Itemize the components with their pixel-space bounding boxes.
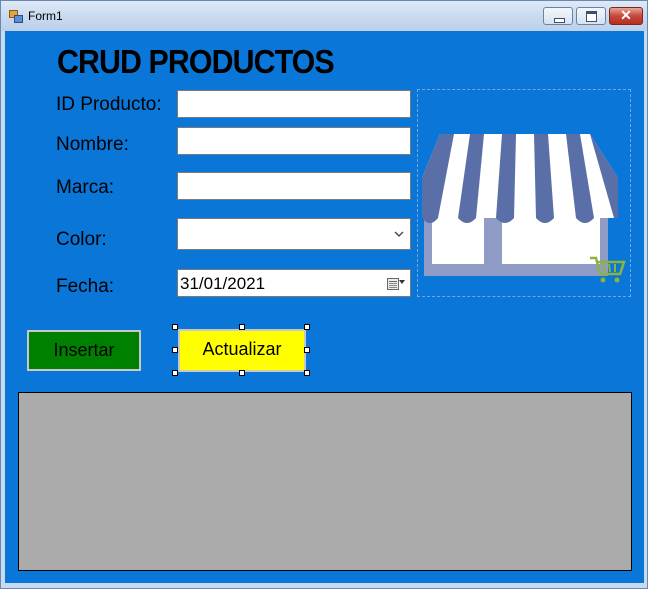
insertar-button-label: Insertar [53,340,115,360]
page-title: CRUD PRODUCTOS [57,43,335,80]
minimize-button[interactable] [543,7,573,25]
marca-label: Marca: [56,177,115,198]
marca-field[interactable] [177,172,411,200]
selection-handle[interactable] [239,324,245,330]
products-data-grid[interactable] [18,392,632,571]
insertar-button[interactable]: Insertar [27,330,141,371]
selection-handle[interactable] [304,324,310,330]
id-producto-field[interactable] [177,90,411,118]
actualizar-button[interactable]: Actualizar [178,329,306,372]
title-bar[interactable]: Form1 ✕ [1,1,647,31]
marca-input[interactable] [178,173,410,199]
id-producto-input[interactable] [178,91,410,117]
window-title: Form1 [28,9,63,23]
app-icon [9,10,23,23]
selection-handle[interactable] [172,347,178,353]
color-label: Color: [56,229,107,250]
nombre-label: Nombre: [56,134,129,155]
form-client-area: CRUD PRODUCTOS ID Producto: Nombre: Marc… [5,31,644,583]
selection-handle[interactable] [172,370,178,376]
fecha-label: Fecha: [56,276,115,297]
selection-handle[interactable] [239,370,245,376]
close-icon: ✕ [620,7,632,23]
maximize-button[interactable] [576,7,606,25]
id-producto-label: ID Producto: [56,94,162,115]
calendar-dropdown-icon[interactable] [387,277,405,290]
chevron-down-icon[interactable] [394,229,404,239]
shopping-cart-icon [590,256,626,283]
close-button[interactable]: ✕ [609,7,643,25]
fecha-value: 31/01/2021 [180,274,266,293]
nombre-field[interactable] [177,127,411,155]
main-window: Form1 ✕ CRUD PRODUCTOS ID Producto: Nomb… [0,0,648,589]
store-picture-box [417,89,631,297]
fecha-datepicker[interactable]: 31/01/2021 [177,269,411,297]
color-combobox[interactable] [177,218,411,250]
selection-handle[interactable] [172,324,178,330]
nombre-input[interactable] [178,128,410,154]
selection-handle[interactable] [304,347,310,353]
actualizar-button-label: Actualizar [202,339,282,359]
selection-handle[interactable] [304,370,310,376]
